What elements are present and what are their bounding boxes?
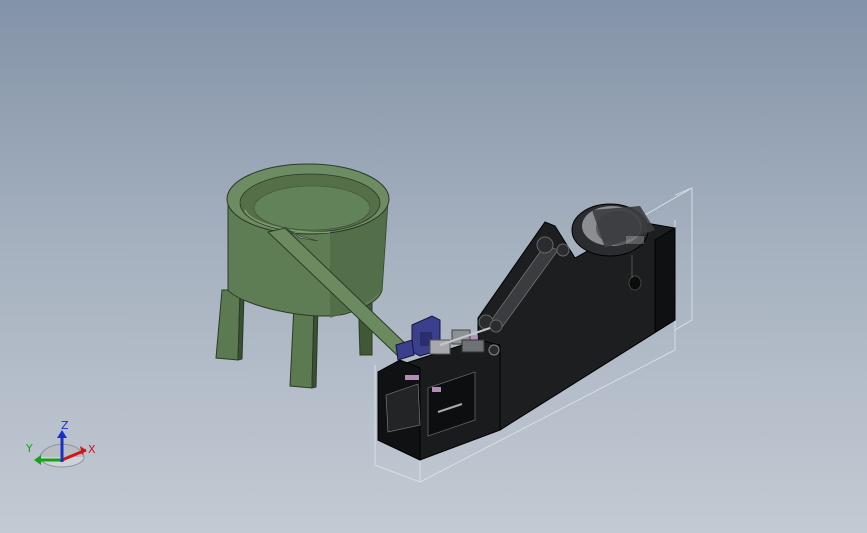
cad-scene[interactable]: X Y Z xyxy=(0,0,867,533)
cad-viewport[interactable]: X Y Z xyxy=(0,0,867,533)
feeding-machine[interactable] xyxy=(377,203,676,461)
orientation-triad[interactable]: X Y Z xyxy=(25,419,96,468)
x-axis-label: X xyxy=(88,443,96,456)
z-axis-label: Z xyxy=(61,419,69,432)
y-axis-arrow xyxy=(34,455,41,465)
indicator-pink-2 xyxy=(432,387,441,392)
side-plate xyxy=(477,221,676,431)
front-face xyxy=(654,227,676,333)
vibratory-bowl-feeder[interactable] xyxy=(215,163,413,389)
indicator-pink-1 xyxy=(405,375,419,380)
y-axis-label: Y xyxy=(25,442,33,455)
